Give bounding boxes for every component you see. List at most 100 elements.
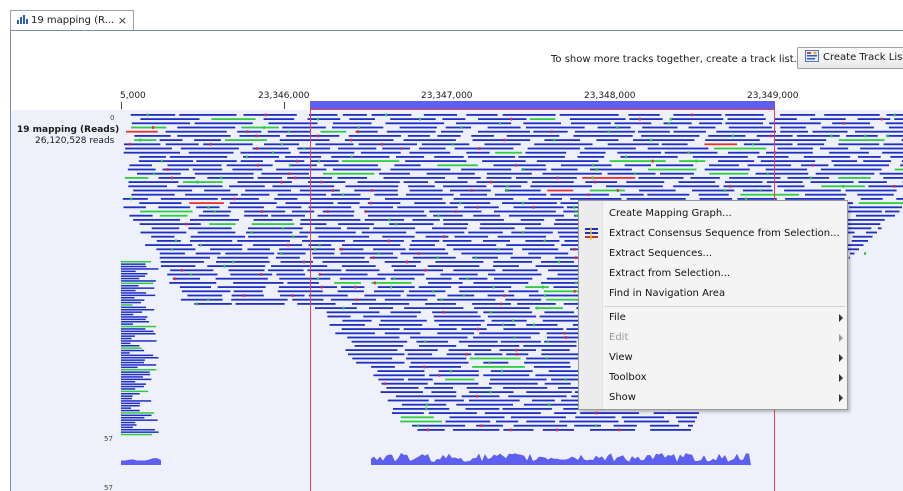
read [158, 176, 196, 180]
read [228, 206, 264, 209]
read [225, 252, 275, 255]
read [121, 340, 157, 342]
read [846, 227, 872, 230]
read [815, 172, 875, 175]
menu-separator [605, 306, 845, 307]
read [883, 143, 903, 146]
track-title: 19 mapping (Reads) [17, 125, 120, 135]
tab-mapping[interactable]: 19 mapping (R... × [10, 10, 134, 31]
read [805, 193, 847, 196]
menu-item-view[interactable]: View [579, 348, 847, 368]
read [797, 143, 825, 146]
menu-item-label: Extract Consensus Sequence from Selectio… [609, 228, 840, 239]
read [894, 118, 903, 120]
read [831, 160, 858, 162]
read [257, 177, 282, 179]
tab-label: 19 mapping (R... [31, 15, 115, 26]
read [121, 268, 159, 270]
read [121, 273, 148, 275]
read [240, 160, 263, 162]
read [280, 294, 305, 297]
read [131, 122, 190, 125]
read [167, 273, 218, 276]
read [810, 118, 846, 120]
read [198, 214, 230, 217]
read [879, 172, 903, 175]
read [121, 321, 149, 323]
read [121, 265, 147, 268]
read-mapping-icon [17, 15, 28, 24]
menu-item-edit[interactable]: Edit [579, 328, 847, 348]
read [121, 318, 146, 321]
read [188, 227, 232, 230]
read [253, 243, 303, 247]
read [235, 303, 285, 305]
read [121, 352, 130, 354]
read [225, 139, 267, 141]
read [165, 143, 199, 146]
read [121, 301, 141, 304]
read [121, 263, 146, 265]
read [169, 282, 217, 284]
menu-item-create-mapping-graph[interactable]: Create Mapping Graph... [579, 204, 847, 224]
menu-item-extract-from-selection[interactable]: Extract from Selection... [579, 264, 847, 284]
read [121, 429, 155, 431]
read [121, 395, 133, 397]
read [229, 185, 265, 188]
menu-item-extract-sequences[interactable]: Extract Sequences... [579, 244, 847, 264]
read [160, 198, 218, 200]
read [121, 261, 151, 263]
read [121, 424, 137, 426]
read [896, 198, 903, 200]
read [121, 414, 152, 417]
read [237, 240, 290, 242]
read [821, 126, 874, 129]
read [888, 126, 903, 129]
read [169, 156, 228, 158]
read [195, 252, 221, 255]
read [129, 164, 152, 167]
menu-item-show[interactable]: Show [579, 388, 847, 408]
read [121, 294, 156, 297]
read [181, 290, 231, 293]
read [855, 214, 895, 217]
read [774, 139, 827, 141]
read [803, 156, 851, 158]
read [244, 214, 268, 217]
read [829, 151, 869, 154]
read [268, 269, 304, 272]
read [838, 139, 885, 141]
menu-item-find-in-navigation-area[interactable]: Find in Navigation Area [579, 284, 847, 304]
read [121, 306, 146, 309]
submenu-arrow-icon [839, 354, 843, 362]
read [232, 168, 263, 171]
read [845, 189, 897, 192]
menu-item-extract-consensus[interactable]: Extract Consensus Sequence from Selectio… [579, 224, 847, 244]
read [121, 417, 145, 419]
read [860, 147, 903, 150]
read [121, 426, 133, 429]
read [128, 185, 167, 188]
axis-label-top: 0 [110, 114, 115, 122]
read [160, 261, 204, 263]
read [121, 376, 143, 378]
read [237, 130, 262, 134]
read [121, 421, 136, 424]
read [209, 223, 236, 225]
close-icon[interactable]: × [118, 11, 127, 30]
read [833, 164, 889, 167]
read [247, 248, 270, 251]
read [194, 139, 221, 141]
read [145, 244, 193, 246]
menu-item-toolbox[interactable]: Toolbox [579, 368, 847, 388]
read [121, 280, 156, 282]
read [780, 130, 808, 133]
read [121, 287, 155, 289]
read [177, 135, 231, 137]
read [860, 198, 883, 200]
read [121, 393, 140, 395]
menu-item-file[interactable]: File [579, 308, 847, 328]
read [274, 198, 298, 200]
read [824, 114, 880, 116]
read [198, 243, 243, 247]
